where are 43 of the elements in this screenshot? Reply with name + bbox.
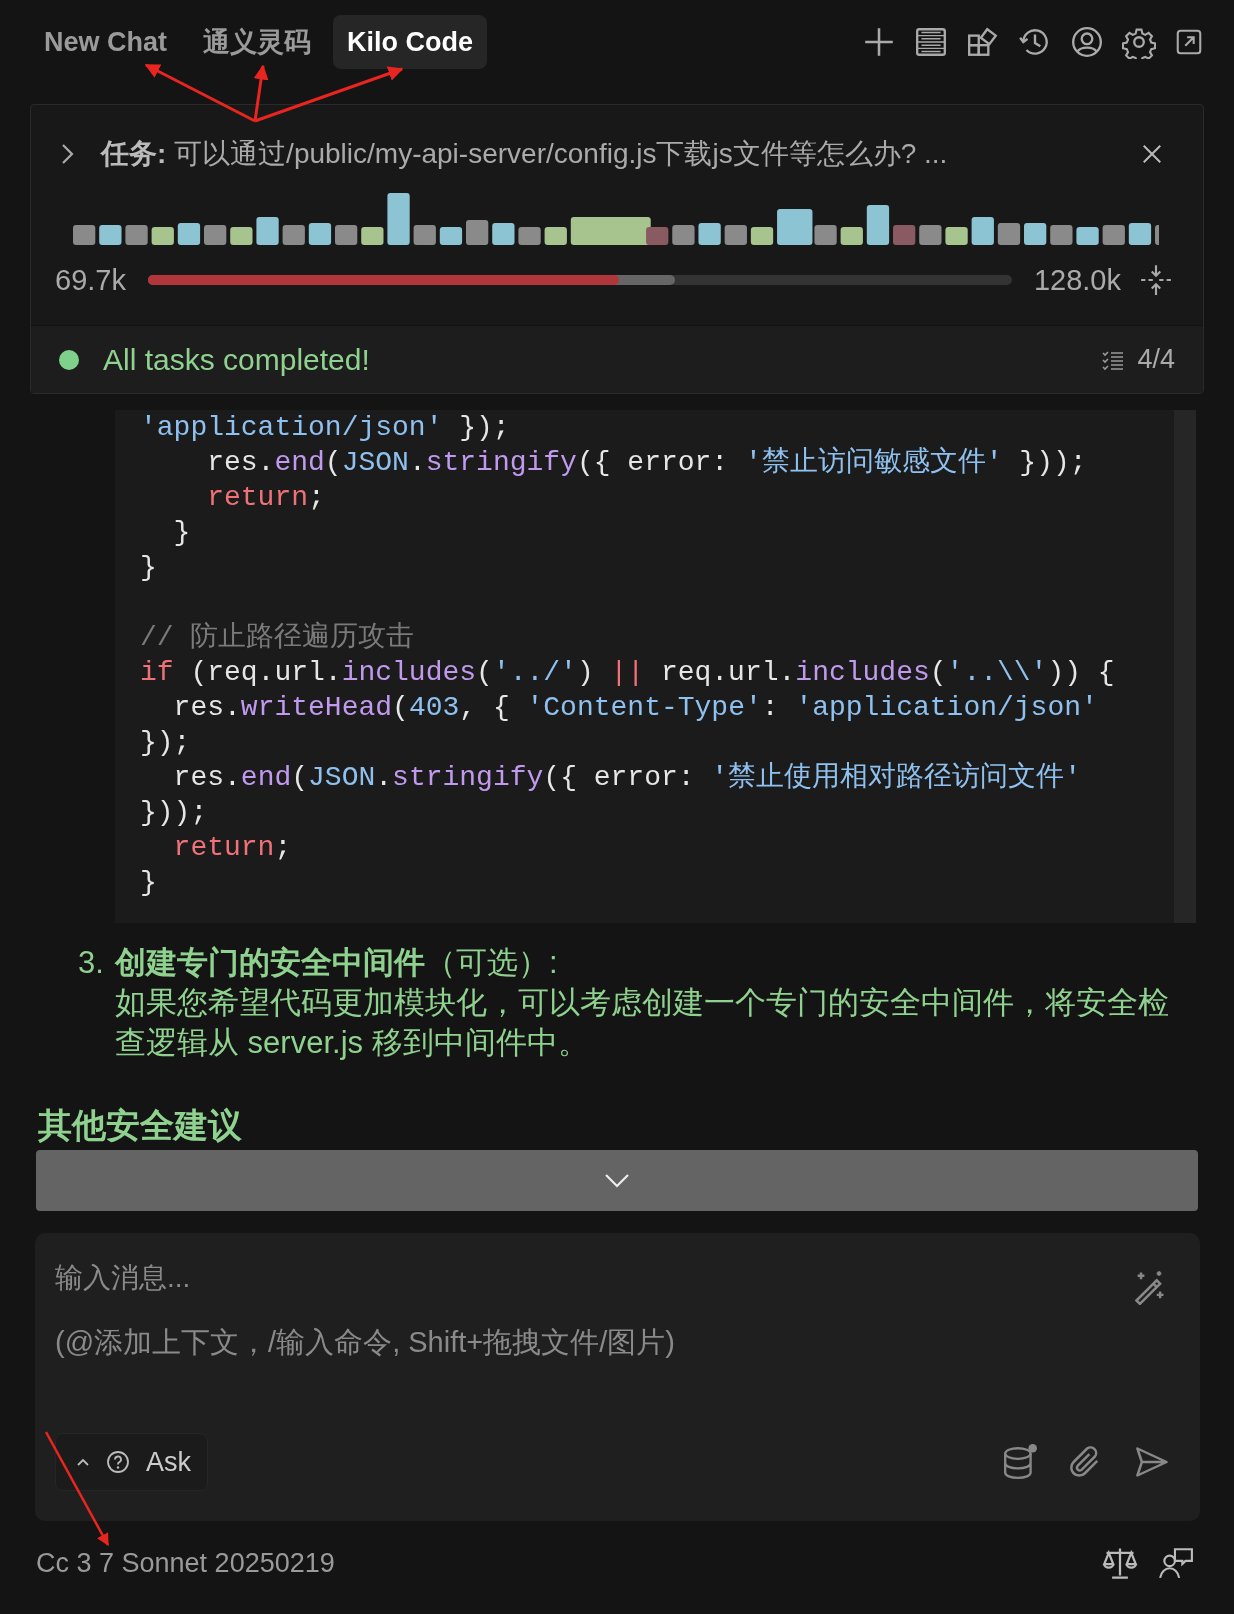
section-heading: 其他安全建议 bbox=[38, 1105, 243, 1146]
code-line: return; bbox=[172, 832, 292, 863]
task-title: 任务: 可以通过/public/my-api-server/config.js下载js文件等怎么办? ... bbox=[101, 137, 949, 171]
mode-selector[interactable]: Ask bbox=[55, 1433, 208, 1491]
code-line: } bbox=[140, 552, 157, 583]
context-limit: 128.0k bbox=[1033, 263, 1121, 297]
database-icon[interactable] bbox=[1002, 1444, 1038, 1480]
chevron-down-icon bbox=[604, 1172, 630, 1189]
stacked-list-icon[interactable] bbox=[914, 25, 948, 59]
code-line: }); bbox=[140, 727, 191, 758]
message-input[interactable]: 输入消息... bbox=[55, 1262, 1132, 1294]
caret-up-icon bbox=[76, 1457, 90, 1467]
account-icon[interactable] bbox=[1070, 25, 1104, 59]
balance-scale-icon[interactable] bbox=[1102, 1545, 1138, 1581]
compress-icon[interactable] bbox=[1139, 263, 1173, 297]
chat-tab[interactable]: Kilo Code bbox=[333, 15, 488, 69]
code-line: return; bbox=[206, 482, 325, 513]
grid-plus-icon[interactable] bbox=[966, 25, 1000, 59]
tokens-used: 69.7k bbox=[55, 263, 126, 297]
code-line: })); bbox=[140, 797, 208, 828]
code-line: 'application/json' }); bbox=[140, 412, 510, 443]
input-hint: (@添加上下文，/输入命令, Shift+拖拽文件/图片) bbox=[55, 1325, 676, 1360]
chat-tab[interactable]: New Chat bbox=[30, 15, 182, 69]
plus-icon[interactable] bbox=[862, 25, 896, 59]
status-message: All tasks completed! bbox=[103, 342, 371, 377]
code-line: res.end(JSON.stringify({ error: '禁止使用相对路径访问文件' bbox=[172, 762, 1081, 793]
task-count: 4/4 bbox=[1137, 344, 1175, 375]
external-link-icon[interactable] bbox=[1174, 27, 1204, 57]
list-number: 3. bbox=[78, 944, 105, 982]
chat-tab[interactable]: 通义灵码 bbox=[189, 15, 326, 69]
step-title: 创建专门的安全中间件（可选）: bbox=[115, 944, 559, 982]
step-description: 如果您希望代码更加模块化，可以考虑创建一个专门的安全中间件，将安全检查逻辑从 server.js 移到中间件中。 bbox=[115, 984, 1170, 1062]
code-line: if (req.url.includes('../') || req.url.includes('..\\')) { bbox=[140, 657, 1115, 688]
code-line: // 防止路径遍历攻击 bbox=[140, 622, 415, 653]
code-line: } bbox=[140, 867, 157, 898]
code-line: } bbox=[172, 517, 191, 548]
model-name[interactable]: Cc 3 7 Sonnet 20250219 bbox=[36, 1547, 335, 1579]
question-icon bbox=[106, 1450, 130, 1474]
person-feedback-icon[interactable] bbox=[1158, 1545, 1194, 1581]
code-line: res.writeHead(403, { 'Content-Type': 'application/json' bbox=[172, 692, 1098, 723]
code-line: res.end(JSON.stringify({ error: '禁止访问敏感文件' })); bbox=[206, 447, 1087, 478]
close-icon[interactable] bbox=[1141, 143, 1163, 165]
send-icon[interactable] bbox=[1134, 1444, 1170, 1480]
